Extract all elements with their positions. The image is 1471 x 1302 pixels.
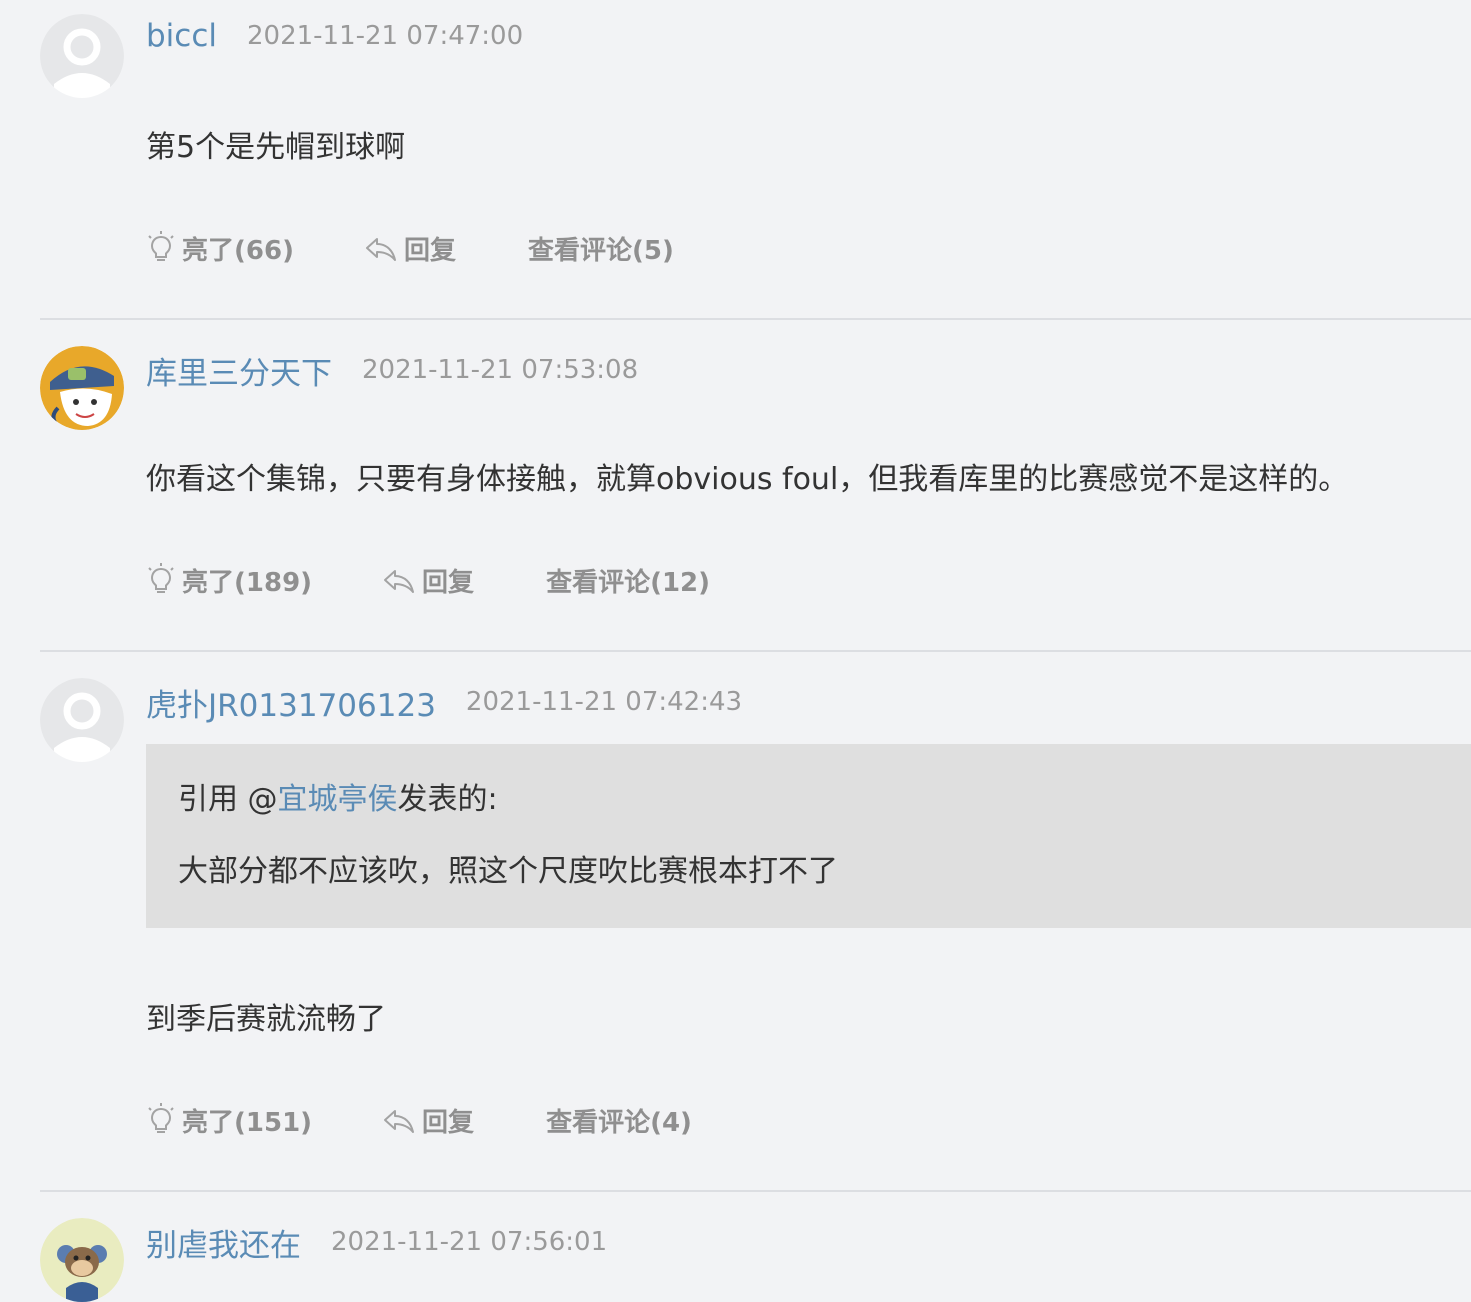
like-button[interactable]: 亮了(189) <box>146 562 312 599</box>
lightbulb-icon <box>146 231 176 265</box>
like-count: 亮了(151) <box>182 1107 313 1138</box>
quote-prefix: 引用 @ <box>178 782 278 817</box>
default-avatar-icon[interactable] <box>40 14 124 98</box>
cartoon-monkey-avatar-icon[interactable] <box>40 1218 124 1302</box>
reply-label: 回复 <box>403 235 456 266</box>
like-button[interactable]: 亮了(151) <box>146 1102 312 1139</box>
comment-text: 第5个是先帽到球啊 <box>146 130 406 165</box>
comment-actions: 亮了(66) 回复 查看评论(5) <box>146 228 674 268</box>
reply-label: 回复 <box>422 567 475 598</box>
view-comments-button[interactable]: 查看评论(4) <box>546 1102 692 1139</box>
comment-divider <box>40 318 1471 320</box>
comment-meta: biccl 2021-11-21 07:47:00 <box>146 16 523 56</box>
reply-button[interactable]: 回复 <box>382 1102 474 1139</box>
quote-text: 大部分都不应该吹，照这个尺度吹比赛根本打不了 <box>178 854 838 889</box>
comment-divider <box>40 650 1471 652</box>
reply-arrow-icon <box>382 1105 416 1135</box>
quote-header: 引用 @宜城亭侯发表的: <box>178 774 498 818</box>
comment-text: 到季后赛就流畅了 <box>146 1002 386 1037</box>
reply-arrow-icon <box>364 233 398 263</box>
comment-timestamp: 2021-11-21 07:53:08 <box>362 355 639 385</box>
quoted-comment: 引用 @宜城亭侯发表的: 大部分都不应该吹，照这个尺度吹比赛根本打不了 <box>146 744 1471 928</box>
view-comments-button[interactable]: 查看评论(5) <box>528 230 674 267</box>
comment-timestamp: 2021-11-21 07:47:00 <box>247 21 524 51</box>
comment-meta: 虎扑JR0131706123 2021-11-21 07:42:43 <box>146 680 743 725</box>
lightbulb-icon <box>146 1103 176 1137</box>
comment-text: 你看这个集锦，只要有身体接触，就算obvious foul，但我看库里的比赛感觉… <box>146 462 1349 497</box>
comment-timestamp: 2021-11-21 07:42:43 <box>465 687 743 717</box>
view-comments-button[interactable]: 查看评论(12) <box>546 562 710 599</box>
default-avatar-icon[interactable] <box>40 678 124 762</box>
comment-meta: 库里三分天下 2021-11-21 07:53:08 <box>146 348 639 393</box>
like-count: 亮了(66) <box>182 235 294 266</box>
username-link[interactable]: 库里三分天下 <box>146 348 332 393</box>
view-comments-label: 查看评论(12) <box>546 567 711 598</box>
like-button[interactable]: 亮了(66) <box>146 230 294 267</box>
view-comments-label: 查看评论(4) <box>546 1107 692 1138</box>
quote-suffix: 发表的: <box>397 782 498 817</box>
reply-arrow-icon <box>382 565 416 595</box>
comment-meta: 别虐我还在 2021-11-21 07:56:01 <box>146 1220 608 1265</box>
comment-timestamp: 2021-11-21 07:56:01 <box>331 1227 608 1257</box>
comment-actions: 亮了(151) 回复 查看评论(4) <box>146 1100 692 1140</box>
reply-button[interactable]: 回复 <box>364 230 456 267</box>
lightbulb-icon <box>146 563 176 597</box>
comment-divider <box>40 1190 1471 1192</box>
username-link[interactable]: 别虐我还在 <box>146 1220 301 1265</box>
username-link[interactable]: 虎扑JR0131706123 <box>146 680 436 725</box>
comment-actions: 亮了(189) 回复 查看评论(12) <box>146 560 710 600</box>
view-comments-label: 查看评论(5) <box>527 235 674 266</box>
username-link[interactable]: biccl <box>146 18 217 54</box>
cartoon-character-avatar-icon[interactable] <box>40 346 124 430</box>
quoted-username-link[interactable]: 宜城亭侯 <box>278 782 398 817</box>
like-count: 亮了(189) <box>182 567 313 598</box>
reply-button[interactable]: 回复 <box>382 562 474 599</box>
reply-label: 回复 <box>422 1107 475 1138</box>
